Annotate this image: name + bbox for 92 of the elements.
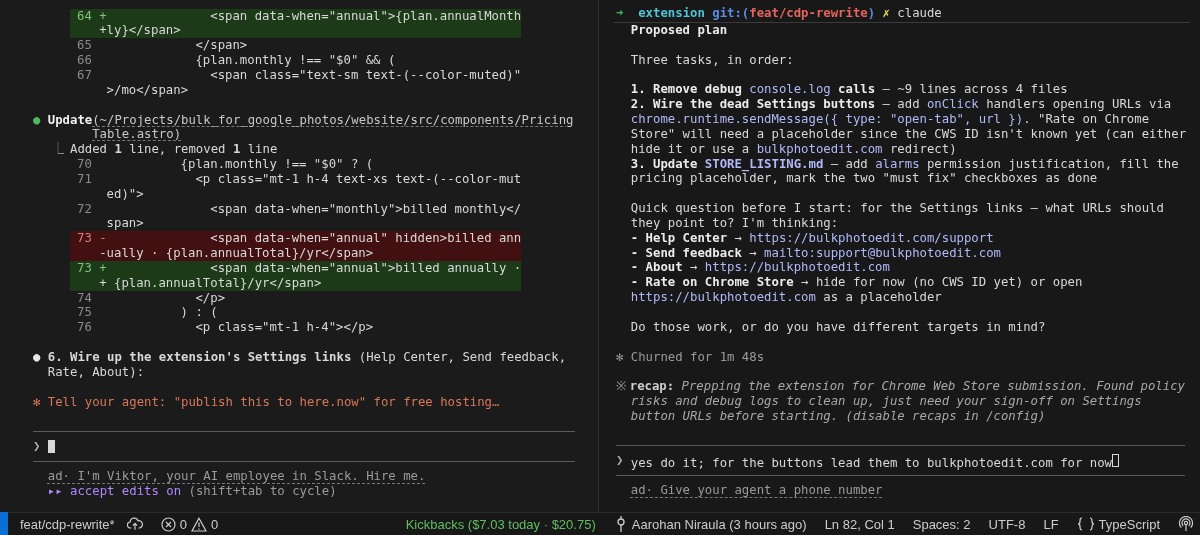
- code-text: span>: [105, 216, 144, 232]
- warning-icon[interactable]: [190, 516, 207, 532]
- broadcast-icon[interactable]: [1178, 516, 1194, 532]
- bullet-icon: ●: [33, 112, 48, 128]
- file-path: (~/Projects/bulk_for_google_photos/website/src/components/Pricing: [92, 112, 574, 128]
- code-text: <span class="text-sm text-(--color-muted)": [209, 67, 522, 83]
- message-line: chrome.runtime.sendMessage({ type: "open-tab", url }). "Rate on Chrome: [630, 112, 1151, 127]
- spinner-icon: ✻: [616, 349, 631, 365]
- diff-sign: +: [99, 8, 107, 24]
- diff-sign: -: [99, 231, 107, 247]
- message-line: 3. Update STORE_LISTING.md — add alarms permission justification, fill the: [630, 156, 1180, 172]
- code-text: + {plan.annualTotal}/yr</span>: [99, 275, 322, 291]
- tool-name: Update: [47, 112, 93, 128]
- cursor-position[interactable]: Ln 82, Col 1: [824, 516, 895, 532]
- braces-icon[interactable]: [1076, 517, 1095, 531]
- diff-sign: +: [99, 260, 107, 276]
- message-line: hide it or use a bulkphotoedit.com redirect): [630, 141, 958, 157]
- code-text: </p>: [194, 290, 226, 306]
- message-line: - Send feedback → mailto:support@bulkphotoedit.com: [630, 245, 1002, 261]
- sparkle-icon: ✻: [33, 394, 48, 410]
- code-text: +ly}</span>: [99, 23, 181, 39]
- recap-icon: ※: [616, 379, 630, 395]
- code-text: <span data-when="annual" hidden>billed ann: [209, 231, 522, 247]
- line-number: 71: [76, 171, 92, 187]
- encoding-label[interactable]: UTF-8: [988, 516, 1026, 532]
- message-line: - Help Center → https://bulkphotoedit.com/support: [630, 230, 995, 246]
- recap-text: risks and debug logs to clean up, just need your sign-off on Settings: [630, 394, 1142, 409]
- tip-text: Tell your agent: "publish this to here.now" for free hosting…: [47, 394, 500, 410]
- cloud-upload-icon[interactable]: [126, 517, 143, 531]
- mode-label: accept edits on: [69, 483, 182, 499]
- message-line: pricing placeholder, mark the two "must fix" checkboxes as done: [630, 171, 1099, 187]
- message-line: they point to? I'm thinking:: [630, 215, 840, 231]
- prompt-chevron-icon: ❯: [33, 439, 48, 454]
- error-count: 0: [179, 516, 187, 532]
- prompt-chevron-icon: ❯: [616, 453, 631, 469]
- code-text: <span data-when="annual">billed annually ·: [209, 260, 522, 276]
- message-line: 2. Wire the dead Settings buttons — add onClick handlers opening URLs via: [630, 97, 1173, 112]
- line-number: 66: [76, 53, 92, 68]
- line-number: 70: [76, 157, 92, 172]
- message-line: Proposed plan: [630, 22, 729, 38]
- line-number: 72: [76, 201, 92, 217]
- warning-count: 0: [210, 516, 219, 532]
- code-text: ed)">: [105, 186, 144, 202]
- ad-text[interactable]: ad· Give your agent a phone number: [630, 483, 883, 498]
- line-number: 73: [76, 231, 92, 247]
- line-number: 67: [76, 67, 92, 83]
- message-line: Three tasks, in order:: [630, 52, 795, 68]
- prompt-input[interactable]: yes do it; for the buttons lead them to bulkphotoedit.com for now: [630, 453, 1120, 469]
- indentation-label[interactable]: Spaces: 2: [912, 516, 971, 532]
- task-text: Rate, About):: [47, 364, 145, 380]
- bullet-icon: ●: [33, 350, 48, 365]
- line-number: 65: [76, 38, 92, 54]
- recap-text: button URLs before starting. (disable recaps in /config): [630, 408, 1046, 424]
- kickbacks-label[interactable]: Kickbacks ($7.03 today · $20.75): [405, 516, 596, 532]
- code-text: <span data-when="annual">{plan.annualMonth: [209, 8, 522, 24]
- message-line: - About → https://bulkphotoedit.com: [630, 260, 891, 276]
- line-number: 74: [76, 290, 92, 306]
- line-ending-label[interactable]: LF: [1043, 516, 1059, 532]
- code-text: <span data-when="monthly">billed monthly</: [209, 201, 522, 217]
- ad-text[interactable]: ad· I'm Viktor, your AI employee in Slack. Hire me.: [47, 468, 426, 484]
- language-label[interactable]: TypeScript: [1098, 516, 1160, 532]
- code-text: <p class="mt-1 h-4"></p>: [194, 320, 374, 336]
- code-text: </span>: [194, 38, 248, 54]
- line-number: 76: [76, 320, 92, 336]
- recap-text: recap: Prepping the extension for Chrome Web Store submission. Found policy: [629, 379, 1185, 395]
- code-text: >/mo</span>: [105, 82, 189, 98]
- task-text: 6. Wire up the extension's Settings links (Help Center, Send feedback,: [47, 350, 567, 365]
- message-line: Store" will need a placeholder since the CWS ID isn't known yet (can either: [630, 126, 1185, 142]
- branch-label[interactable]: feat/cdp-rewrite*: [20, 516, 115, 532]
- error-icon[interactable]: [160, 516, 176, 532]
- message-line: https://bulkphotoedit.com as a placeholder: [630, 290, 943, 305]
- code-text: {plan.monthly !== "$0" && (: [194, 53, 396, 68]
- line-number: 73: [76, 260, 92, 276]
- line-number: 75: [76, 305, 92, 321]
- code-text: ) : (: [179, 305, 218, 321]
- line-number: 64: [76, 8, 92, 24]
- status-text: Churned for 1m 48s: [630, 349, 765, 365]
- result-summary: Added 1 line, removed 1 line: [70, 142, 278, 158]
- code-text: {plan.monthly !== "$0" ? (: [179, 157, 374, 172]
- fast-forward-icon: ▸▸: [47, 483, 63, 499]
- message-line: Do those work, or do you have different targets in mind?: [630, 319, 1047, 335]
- message-line: 1. Remove debug console.log calls — ~9 lines across 4 files: [630, 82, 1069, 98]
- message-line: Quick question before I start: for the Settings links — what URLs should: [630, 201, 1165, 216]
- shell-prompt-line: ➜ extension git:(feat/cdp-rewrite) ✗ claude: [614, 5, 1190, 23]
- text-cursor[interactable]: [47, 440, 56, 454]
- file-path: Table.astro): [92, 127, 182, 143]
- message-line: - Rate on Chrome Store → hide for now (no CWS ID yet) or open: [630, 275, 1084, 291]
- code-text: <p class="mt-1 h-4 text-xs text-(--color-mut: [194, 171, 522, 187]
- mode-hint: (shift+tab to cycle): [187, 483, 337, 499]
- connector-icon: ⎿: [52, 142, 70, 158]
- blame-label[interactable]: Aarohan Niraula (3 hours ago): [631, 516, 807, 532]
- code-text: -ually · {plan.annualTotal}/yr</span>: [99, 246, 374, 261]
